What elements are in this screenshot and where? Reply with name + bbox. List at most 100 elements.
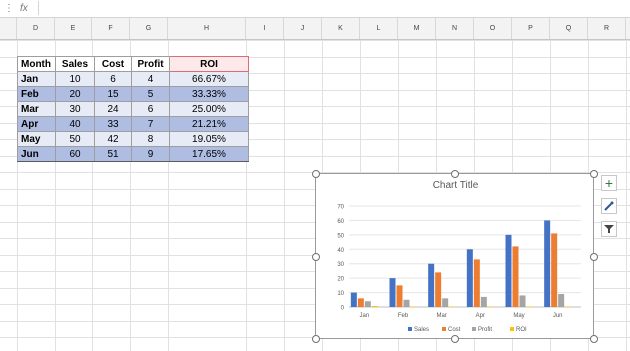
bar-cost-mar[interactable]	[435, 272, 442, 307]
bar-roi-feb[interactable]	[410, 306, 417, 308]
cell-profit[interactable]: 4	[131, 71, 170, 87]
bar-sales-feb[interactable]	[389, 278, 396, 307]
bar-cost-apr[interactable]	[473, 259, 480, 307]
formula-controls: ⋮ fx	[0, 0, 38, 17]
cell-cost[interactable]: 33	[94, 116, 132, 132]
bar-roi-may[interactable]	[526, 306, 533, 308]
cell-roi[interactable]: 66.67%	[169, 71, 249, 87]
column-header-d[interactable]: D	[17, 18, 55, 39]
column-header-l[interactable]: L	[360, 18, 398, 39]
bar-roi-mar[interactable]	[449, 306, 456, 308]
column-header-o[interactable]: O	[474, 18, 512, 39]
bar-roi-apr[interactable]	[487, 306, 494, 308]
column-header-f[interactable]: F	[92, 18, 130, 39]
x-tick-label: Jun	[553, 313, 563, 319]
cell-sales[interactable]: 30	[55, 101, 95, 117]
header-profit[interactable]: Profit	[131, 56, 170, 72]
column-header-h[interactable]: H	[168, 18, 246, 39]
bar-sales-apr[interactable]	[466, 249, 473, 307]
bar-sales-jan[interactable]	[350, 292, 357, 307]
plus-icon: +	[604, 175, 614, 191]
header-month[interactable]: Month	[17, 56, 56, 72]
chart-style-button[interactable]	[601, 198, 617, 214]
column-header-i[interactable]: I	[246, 18, 284, 39]
column-header-e[interactable]: E	[55, 18, 92, 39]
bar-sales-jun[interactable]	[544, 220, 551, 307]
bar-profit-mar[interactable]	[442, 298, 449, 307]
cell-profit[interactable]: 7	[131, 116, 170, 132]
bar-profit-feb[interactable]	[403, 299, 410, 307]
column-header-m[interactable]: M	[398, 18, 436, 39]
chart-area[interactable]: Chart Title 0 10 20 30 40 50 60 70 Jan Feb Mar Apr M…	[312, 170, 598, 343]
bar-profit-jun[interactable]	[558, 294, 565, 307]
cancel-icon[interactable]: ⋮	[4, 3, 14, 14]
header-roi[interactable]: ROI	[169, 56, 249, 72]
x-tick-label: Apr	[476, 313, 485, 319]
bar-profit-jan[interactable]	[364, 301, 371, 307]
bar-sales-may[interactable]	[505, 234, 512, 307]
legend-swatch-profit	[472, 327, 476, 331]
bar-cost-jan[interactable]	[357, 298, 364, 307]
cell-month[interactable]: Apr	[17, 116, 56, 132]
formula-bar: ⋮ fx	[0, 0, 630, 18]
cell-roi[interactable]: 17.65%	[169, 146, 249, 162]
legend-label-cost[interactable]: Cost	[448, 327, 461, 333]
bar-cost-feb[interactable]	[396, 285, 403, 307]
cell-roi[interactable]: 25.00%	[169, 101, 249, 117]
bar-sales-mar[interactable]	[428, 263, 435, 307]
bar-cost-jun[interactable]	[551, 233, 558, 307]
chart-tools: +	[601, 175, 617, 237]
grid-column-line	[626, 40, 627, 351]
cell-sales[interactable]: 60	[55, 146, 95, 162]
cell-profit[interactable]: 8	[131, 131, 170, 147]
add-chart-element-button[interactable]: +	[601, 175, 617, 191]
cell-profit[interactable]: 5	[131, 86, 170, 102]
cell-month[interactable]: Feb	[17, 86, 56, 102]
cell-cost[interactable]: 51	[94, 146, 132, 162]
filter-icon	[604, 225, 614, 233]
column-header-j[interactable]: J	[284, 18, 322, 39]
cell-roi[interactable]: 33.33%	[169, 86, 249, 102]
cell-roi[interactable]: 19.05%	[169, 131, 249, 147]
bar-roi-jan[interactable]	[371, 306, 378, 307]
cell-month[interactable]: May	[17, 131, 56, 147]
cell-month[interactable]: Mar	[17, 101, 56, 117]
legend-label-profit[interactable]: Profit	[478, 327, 492, 333]
legend-label-roi[interactable]: ROI	[516, 327, 527, 333]
cell-profit[interactable]: 6	[131, 101, 170, 117]
formula-input[interactable]	[38, 1, 629, 15]
fx-label[interactable]: fx	[20, 3, 28, 14]
header-sales[interactable]: Sales	[55, 56, 95, 72]
cell-cost[interactable]: 24	[94, 101, 132, 117]
y-tick-label: 10	[337, 291, 344, 297]
column-header-g[interactable]: G	[130, 18, 168, 39]
bar-cost-may[interactable]	[512, 246, 519, 307]
cell-profit[interactable]: 9	[131, 146, 170, 162]
cell-sales[interactable]: 40	[55, 116, 95, 132]
cell-sales[interactable]: 50	[55, 131, 95, 147]
table-row: Jan 10 6 4 66.67%	[17, 71, 249, 87]
cell-cost[interactable]: 42	[94, 131, 132, 147]
cell-cost[interactable]: 6	[94, 71, 132, 87]
select-all-corner[interactable]	[0, 18, 17, 39]
table-header-row: Month Sales Cost Profit ROI	[17, 56, 249, 72]
chart-filter-button[interactable]	[601, 221, 617, 237]
header-cost[interactable]: Cost	[94, 56, 132, 72]
cell-sales[interactable]: 20	[55, 86, 95, 102]
chart-svg: 0 10 20 30 40 50 60 70 Jan Feb Mar Apr May Jun Sales Co…	[337, 205, 581, 333]
cell-cost[interactable]: 15	[94, 86, 132, 102]
legend-label-sales[interactable]: Sales	[414, 327, 429, 333]
column-header-k[interactable]: K	[322, 18, 360, 39]
cell-month[interactable]: Jan	[17, 71, 56, 87]
table-row: Apr 40 33 7 21.21%	[17, 116, 249, 132]
bar-profit-apr[interactable]	[480, 296, 487, 307]
cell-month[interactable]: Jun	[17, 146, 56, 162]
column-header-r[interactable]: R	[588, 18, 626, 39]
bar-roi-jun[interactable]	[565, 306, 572, 308]
cell-roi[interactable]: 21.21%	[169, 116, 249, 132]
bar-profit-may[interactable]	[519, 295, 526, 307]
cell-sales[interactable]: 10	[55, 71, 95, 87]
column-header-q[interactable]: Q	[550, 18, 588, 39]
column-header-p[interactable]: P	[512, 18, 550, 39]
column-header-n[interactable]: N	[436, 18, 474, 39]
